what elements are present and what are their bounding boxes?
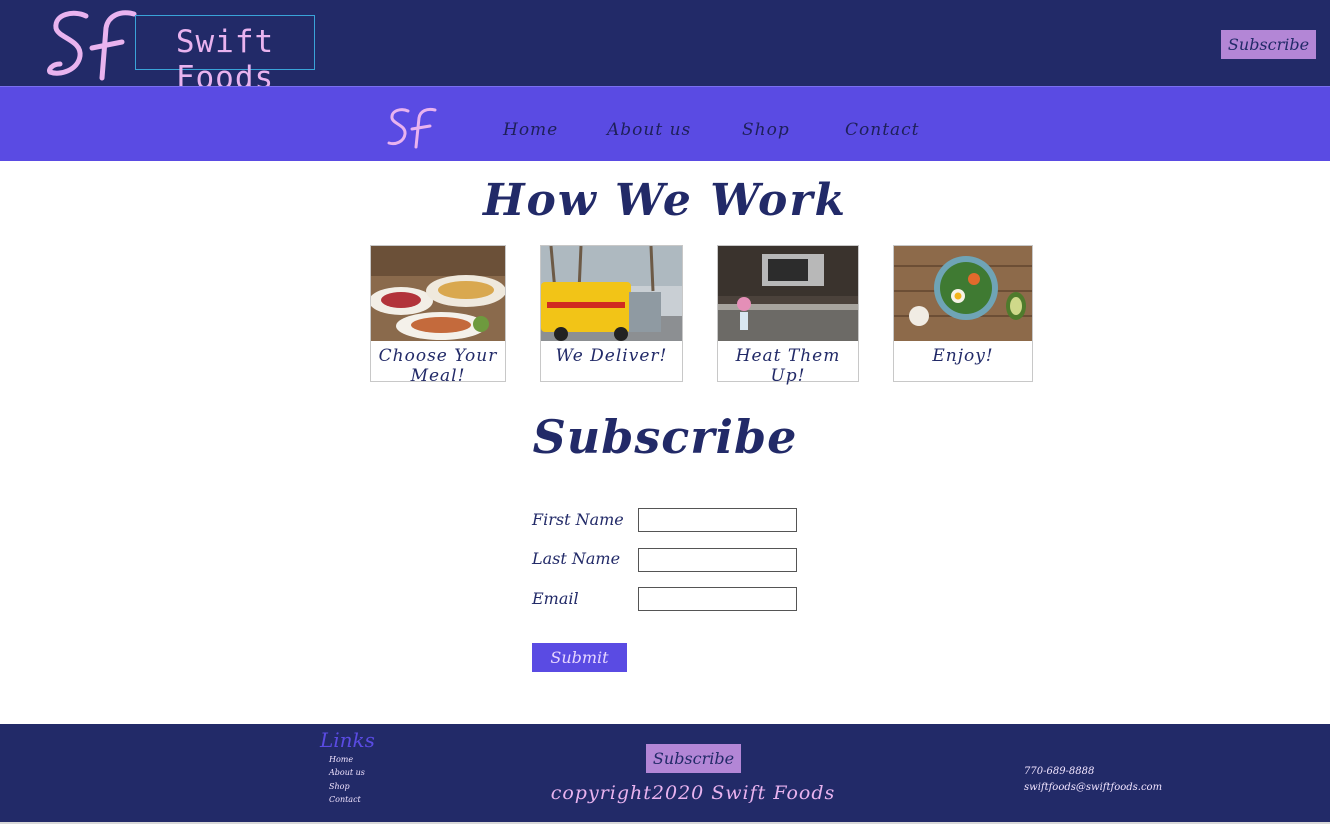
step-card-choose-meal: Choose Your Meal! xyxy=(370,245,506,386)
footer-subscribe-button[interactable]: Subscribe xyxy=(646,744,741,773)
delivery-van-image xyxy=(541,246,682,341)
first-name-label: First Name xyxy=(532,510,624,529)
submit-button[interactable]: Submit xyxy=(532,643,627,672)
footer-links-title: Links xyxy=(320,728,375,752)
swift-foods-logo[interactable] xyxy=(46,8,138,82)
footer-link-home[interactable]: Home xyxy=(329,755,353,764)
email-input[interactable] xyxy=(638,587,797,611)
buffet-food-image xyxy=(371,246,505,341)
how-we-work-title: How We Work xyxy=(482,175,848,226)
step-caption: We Deliver! xyxy=(555,346,668,366)
nav-bar: Home About us Shop Contact xyxy=(0,86,1330,161)
last-name-label: Last Name xyxy=(532,549,621,568)
first-name-input[interactable] xyxy=(638,508,797,532)
header-subscribe-button[interactable]: Subscribe xyxy=(1221,30,1316,59)
nav-link-about-us[interactable]: About us xyxy=(607,120,691,140)
subscribe-title: Subscribe xyxy=(532,410,798,464)
last-name-input[interactable] xyxy=(638,548,797,572)
footer-link-about-us[interactable]: About us xyxy=(329,768,365,777)
step-caption: Choose Your Meal! xyxy=(378,346,498,386)
nav-link-home[interactable]: Home xyxy=(503,120,558,140)
nav-link-contact[interactable]: Contact xyxy=(845,120,920,140)
footer-email[interactable]: swiftfoods@swiftfoods.com xyxy=(1024,782,1162,793)
step-caption: Heat Them Up! xyxy=(735,346,841,386)
step-card-heat-them-up: Heat Them Up! xyxy=(717,245,859,386)
top-header: Swift Foods Subscribe xyxy=(0,0,1330,96)
footer-phone: 770-689-8888 xyxy=(1024,766,1095,777)
nav-link-shop[interactable]: Shop xyxy=(742,120,790,140)
salad-bowl-image xyxy=(894,246,1032,341)
step-card-we-deliver: We Deliver! xyxy=(540,245,683,382)
brand-box[interactable]: Swift Foods xyxy=(135,15,315,96)
step-card-enjoy: Enjoy! xyxy=(893,245,1033,382)
footer: Links Home About us Shop Contact Subscri… xyxy=(0,724,1330,822)
kitchen-microwave-image xyxy=(718,246,858,341)
step-caption: Enjoy! xyxy=(932,346,994,366)
email-label: Email xyxy=(532,589,579,608)
nav-logo-icon[interactable] xyxy=(386,107,438,149)
